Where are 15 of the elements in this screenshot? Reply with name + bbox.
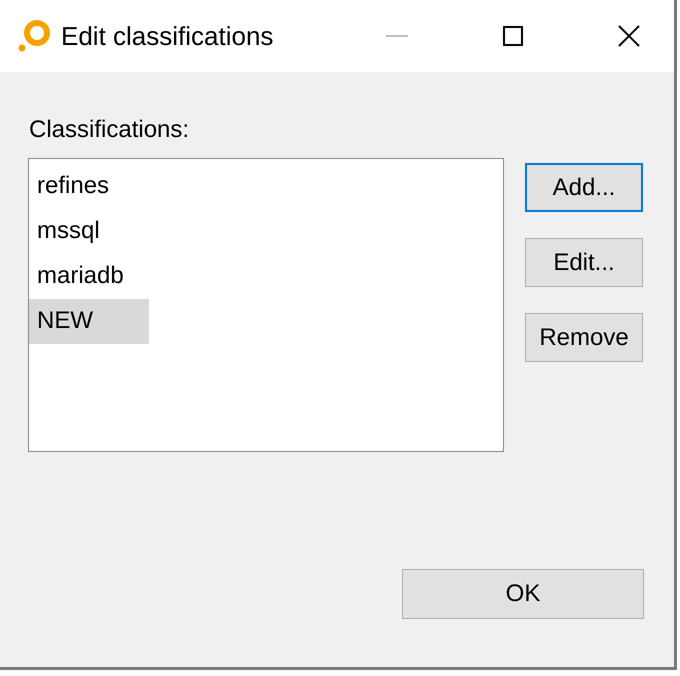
window-title: Edit classifications — [61, 20, 274, 52]
app-icon — [17, 19, 51, 53]
minimize-icon — [386, 35, 408, 37]
maximize-icon — [503, 26, 523, 46]
dialog-button[interactable]: Edit... — [525, 238, 643, 287]
dialog-button[interactable]: Add... — [525, 163, 643, 212]
list-item[interactable]: mssql — [29, 209, 107, 254]
dialog-button[interactable]: Remove — [525, 313, 643, 362]
classifications-label: Classifications: — [29, 115, 190, 145]
ok-button[interactable]: OK — [402, 569, 644, 619]
list-item[interactable]: mariadb — [29, 254, 131, 299]
list-item[interactable]: NEW — [29, 299, 149, 344]
close-icon — [618, 25, 640, 47]
list-item[interactable]: refines — [29, 164, 116, 209]
classification-list[interactable]: refines mssql mariadb NEW — [28, 158, 504, 452]
